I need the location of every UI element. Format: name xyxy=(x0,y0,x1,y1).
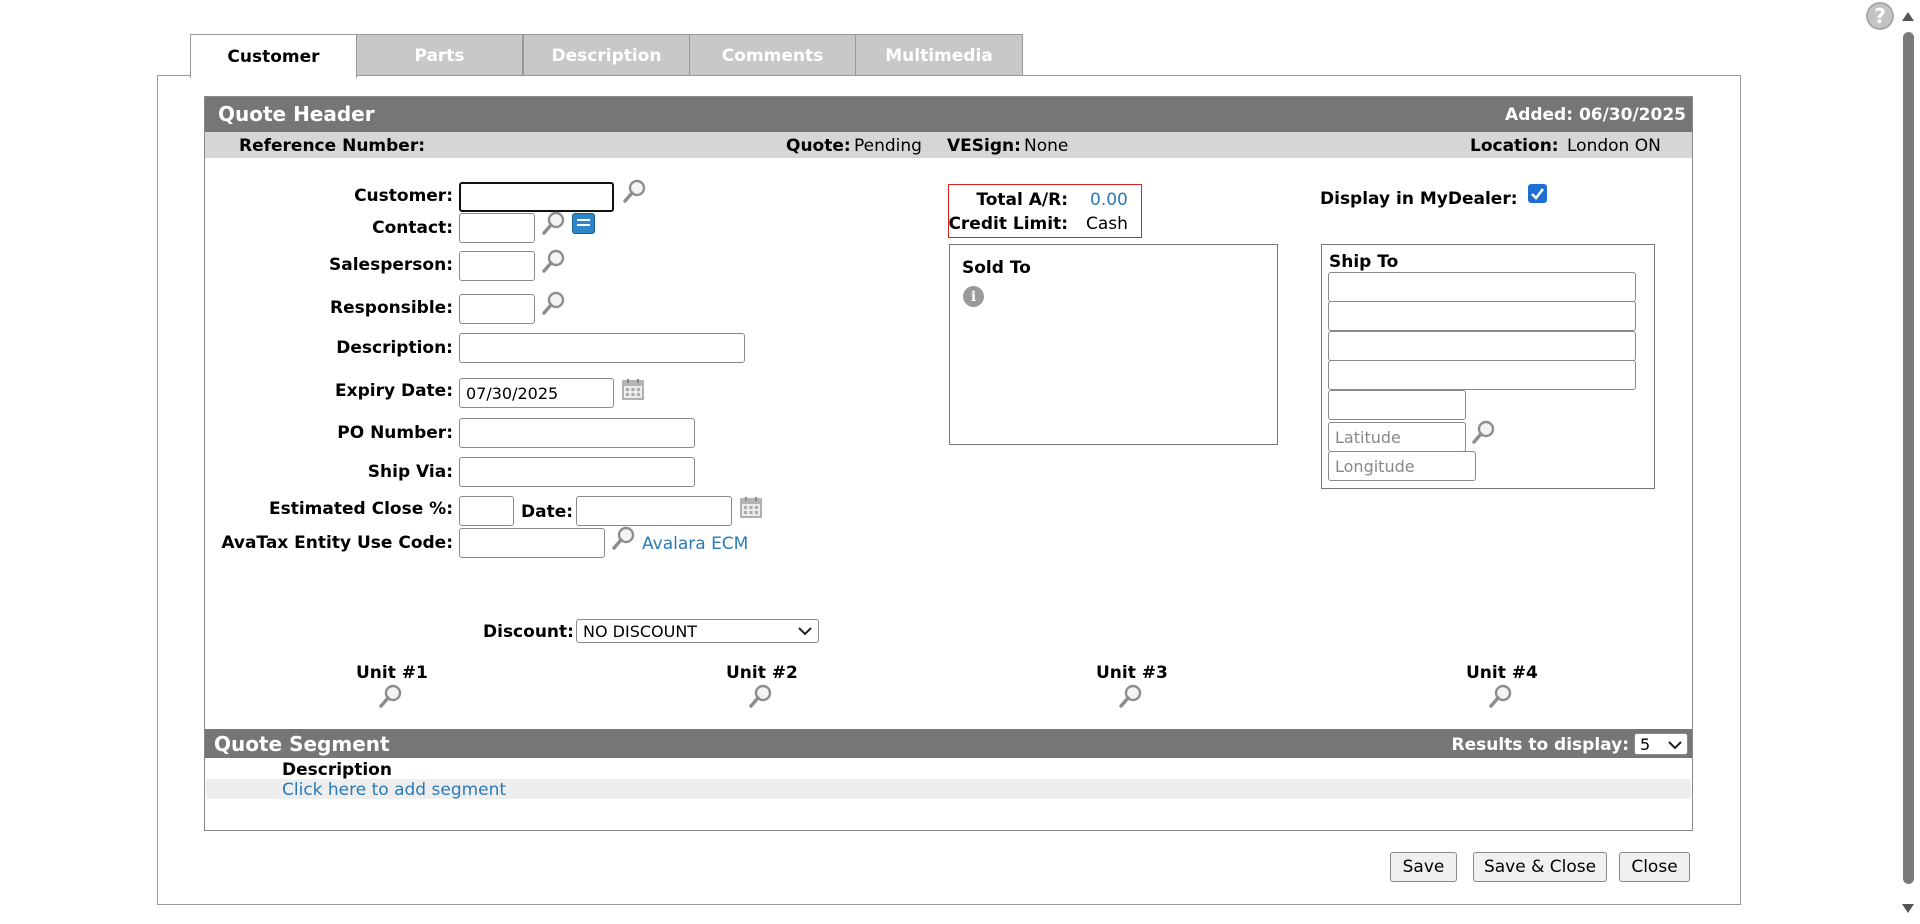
geo-search-icon[interactable] xyxy=(1471,419,1497,445)
unit-3-label: Unit #3 xyxy=(1096,663,1168,683)
tab-parts[interactable]: Parts xyxy=(356,34,523,76)
tab-description[interactable]: Description xyxy=(523,34,690,76)
save-and-close-button[interactable]: Save & Close xyxy=(1473,852,1607,882)
checkmark-icon xyxy=(1531,188,1544,200)
scroll-up-icon[interactable] xyxy=(1902,12,1914,21)
quote-status-value: Pending xyxy=(854,136,922,156)
mydealer-label: Display in MyDealer: xyxy=(1320,189,1518,209)
discount-label: Discount: xyxy=(483,622,574,642)
chevron-down-icon xyxy=(798,627,812,636)
avatax-search-icon[interactable] xyxy=(611,525,637,551)
unit-1-search-icon[interactable] xyxy=(378,683,404,709)
results-to-display-select[interactable]: 5 xyxy=(1634,733,1688,755)
longitude-input[interactable] xyxy=(1328,451,1476,481)
tab-multimedia[interactable]: Multimedia xyxy=(855,34,1023,76)
close-percent-label: Estimated Close %: xyxy=(269,499,453,519)
quote-info-bar: Reference Number: Quote: Pending VESign:… xyxy=(205,132,1692,158)
ship-via-input[interactable] xyxy=(459,457,695,487)
salesperson-search-icon[interactable] xyxy=(541,248,567,274)
close-date-label: Date: xyxy=(521,502,574,522)
added-date: Added: 06/30/2025 xyxy=(1505,105,1686,125)
quote-segment-title: Quote Segment xyxy=(214,732,390,756)
close-percent-input[interactable] xyxy=(459,496,514,526)
unit-2-search-icon[interactable] xyxy=(748,683,774,709)
credit-limit-value: Cash xyxy=(1086,214,1128,234)
customer-label: Customer: xyxy=(354,186,453,206)
help-icon[interactable]: ? xyxy=(1866,2,1894,30)
po-number-label: PO Number: xyxy=(337,423,453,443)
quote-segment-bar: Quote Segment Results to display: xyxy=(205,729,1692,758)
expiry-date-input[interactable] xyxy=(459,378,614,408)
contact-label: Contact: xyxy=(372,218,453,238)
ship-to-line-3[interactable] xyxy=(1328,331,1636,361)
contact-input[interactable] xyxy=(459,213,535,243)
credit-summary-box: Total A/R: 0.00 Credit Limit: Cash xyxy=(948,184,1142,238)
close-button[interactable]: Close xyxy=(1619,852,1690,882)
unit-2-label: Unit #2 xyxy=(726,663,798,683)
unit-1-label: Unit #1 xyxy=(356,663,428,683)
tab-comments[interactable]: Comments xyxy=(689,34,856,76)
avatax-label: AvaTax Entity Use Code: xyxy=(221,533,453,553)
expiry-calendar-icon[interactable] xyxy=(621,377,645,401)
vesign-value: None xyxy=(1024,136,1069,156)
scrollbar-thumb[interactable] xyxy=(1903,32,1914,884)
segment-description-header: Description xyxy=(282,760,392,780)
discount-select[interactable]: NO DISCOUNT xyxy=(576,619,819,643)
save-button[interactable]: Save xyxy=(1390,852,1457,882)
responsible-search-icon[interactable] xyxy=(541,290,567,316)
salesperson-label: Salesperson: xyxy=(329,255,453,275)
close-date-input[interactable] xyxy=(576,496,732,526)
ship-via-label: Ship Via: xyxy=(367,462,453,482)
unit-4-search-icon[interactable] xyxy=(1488,683,1514,709)
ship-to-title: Ship To xyxy=(1329,252,1399,272)
expiry-date-label: Expiry Date: xyxy=(335,381,453,401)
ship-to-line-2[interactable] xyxy=(1328,301,1636,331)
description-label: Description: xyxy=(336,338,453,358)
latitude-input[interactable] xyxy=(1328,422,1466,452)
ship-to-line-1[interactable] xyxy=(1328,272,1636,302)
discount-selected-value: NO DISCOUNT xyxy=(583,621,698,641)
location-value: London ON xyxy=(1567,136,1661,156)
quote-header-title: Quote Header xyxy=(218,102,375,126)
scroll-down-icon[interactable] xyxy=(1902,904,1914,913)
sold-to-box: Sold To i xyxy=(949,244,1278,445)
avatax-input[interactable] xyxy=(459,528,605,558)
location-label: Location: xyxy=(1470,136,1559,156)
ship-to-postal[interactable] xyxy=(1328,390,1466,420)
add-segment-link[interactable]: Click here to add segment xyxy=(282,780,506,800)
description-input[interactable] xyxy=(459,333,745,363)
salesperson-input[interactable] xyxy=(459,251,535,281)
credit-limit-label: Credit Limit: xyxy=(948,214,1068,234)
quote-status-label: Quote: xyxy=(786,136,851,156)
reference-number-label: Reference Number: xyxy=(239,136,426,156)
unit-4-label: Unit #4 xyxy=(1466,663,1538,683)
avalara-ecm-link[interactable]: Avalara ECM xyxy=(642,534,748,554)
contact-message-icon[interactable] xyxy=(572,213,595,234)
quote-header-bar: Quote Header Added: 06/30/2025 xyxy=(205,97,1692,132)
chevron-down-icon xyxy=(1668,741,1682,750)
close-date-calendar-icon[interactable] xyxy=(739,495,763,519)
responsible-label: Responsible: xyxy=(330,298,453,318)
vesign-label: VESign: xyxy=(947,136,1021,156)
sold-to-title: Sold To xyxy=(962,258,1031,278)
mydealer-checkbox[interactable] xyxy=(1528,184,1547,203)
po-number-input[interactable] xyxy=(459,418,695,448)
customer-search-icon[interactable] xyxy=(622,178,648,204)
results-to-display-label: Results to display: xyxy=(1451,735,1630,755)
results-selected-value: 5 xyxy=(1640,734,1651,754)
ship-to-line-4[interactable] xyxy=(1328,360,1636,390)
total-ar-value[interactable]: 0.00 xyxy=(1090,190,1128,210)
unit-3-search-icon[interactable] xyxy=(1118,683,1144,709)
customer-input[interactable] xyxy=(459,182,614,212)
info-icon[interactable]: i xyxy=(963,286,984,307)
total-ar-label: Total A/R: xyxy=(976,190,1068,210)
responsible-input[interactable] xyxy=(459,294,535,324)
tab-customer[interactable]: Customer xyxy=(190,34,357,78)
contact-search-icon[interactable] xyxy=(541,210,567,236)
